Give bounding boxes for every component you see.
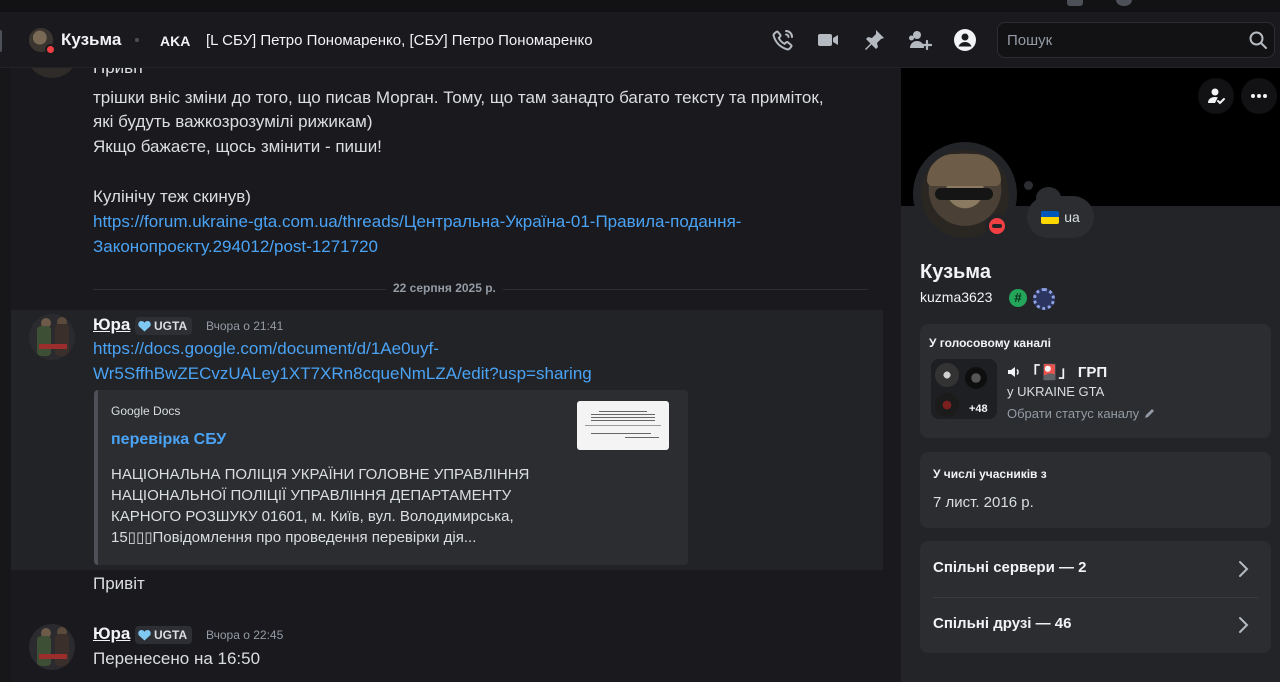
guild-tag-badge[interactable]: UGTA xyxy=(135,626,193,644)
mutual-friends-label: Спільні друзі — 46 xyxy=(933,615,1072,632)
user-profile-icon[interactable] xyxy=(953,28,977,52)
hashtag-badge-icon[interactable]: # xyxy=(1009,289,1027,307)
search-input[interactable] xyxy=(1007,23,1237,57)
dnd-status-icon xyxy=(985,214,1009,238)
embed-description: НАЦІОНАЛЬНА ПОЛІЦІЯ УКРАЇНИ ГОЛОВНЕ УПРА… xyxy=(111,466,530,546)
member-since-title: У числі учасників з xyxy=(933,467,1047,481)
set-channel-status[interactable]: Обрати статус каналу xyxy=(1007,406,1156,421)
embed-thumbnail[interactable] xyxy=(577,401,669,450)
avatar[interactable] xyxy=(29,624,75,670)
set-channel-status-label: Обрати статус каналу xyxy=(1007,406,1140,421)
user-settings-button[interactable] xyxy=(1198,78,1234,114)
phone-icon[interactable] xyxy=(771,28,795,52)
user-profile-panel: ua Кузьма kuzma3623 # У голосовому канал… xyxy=(901,68,1280,682)
message-line: Привіт xyxy=(93,68,145,78)
dnd-status-icon xyxy=(45,44,56,55)
avatar xyxy=(935,393,959,417)
message-line: Кулінічу теж скинув) xyxy=(93,187,251,206)
avatar[interactable] xyxy=(29,68,75,78)
profile-avatar[interactable] xyxy=(913,142,1017,246)
voice-member-avatars: +48 xyxy=(931,359,997,419)
header-avatar[interactable] xyxy=(29,28,56,55)
avatar[interactable] xyxy=(29,314,75,360)
pin-icon[interactable] xyxy=(862,28,886,52)
custom-status[interactable]: ua xyxy=(1027,196,1094,238)
chat-gutter xyxy=(0,68,11,682)
title-strip xyxy=(0,0,1280,12)
member-since-date: 7 лист. 2016 р. xyxy=(933,494,1034,511)
mutual-friends-row[interactable]: Спільні друзі — 46 xyxy=(920,597,1271,653)
chevron-right-icon xyxy=(1239,561,1249,577)
status-bubble-dot xyxy=(1024,181,1033,190)
mutuals-card: Спільні сервери — 2 Спільні друзі — 46 xyxy=(920,541,1271,653)
mutual-servers-label: Спільні сервери — 2 xyxy=(933,559,1087,576)
voice-server-name: у UKRAINE GTA xyxy=(1007,384,1105,399)
message-timestamp: Вчора о 21:41 xyxy=(206,319,284,333)
message-link[interactable]: Законопроєкту.294012/post-1271720 xyxy=(93,237,378,257)
voice-member-overflow-count: +48 xyxy=(969,403,988,415)
message-author[interactable]: Юра xyxy=(93,624,130,644)
message-line: які будуть важкозрозумілі рижикам) xyxy=(93,112,373,131)
guild-tag-label: UGTA xyxy=(154,319,188,333)
nitro-badge-icon[interactable] xyxy=(1033,288,1055,310)
profile-display-name: Кузьма xyxy=(920,261,991,283)
aka-label: AKA xyxy=(160,33,191,49)
help-icon[interactable] xyxy=(1116,0,1132,6)
message-timestamp: Вчора о 22:45 xyxy=(206,628,284,642)
link-embed: Google Docs перевірка СБУ НАЦІОНАЛЬНА ПО… xyxy=(94,390,688,565)
embed-provider[interactable]: Google Docs xyxy=(111,404,180,418)
guild-tag-badge[interactable]: UGTA xyxy=(135,317,193,335)
embed-title[interactable]: перевірка СБУ xyxy=(111,431,226,449)
user-settings-icon xyxy=(1208,88,1225,105)
message-line: Якщо бажаєте, щось змінити - пиши! xyxy=(93,137,382,156)
discord-app: Кузьма AKA [L СБУ] Петро Пономаренко, [С… xyxy=(0,0,1280,682)
voice-channel-label: 「🎴」 ГРП xyxy=(1025,364,1108,381)
guild-indicator xyxy=(0,30,2,52)
message-link[interactable]: https://docs.google.com/document/d/1Ae0u… xyxy=(93,339,439,359)
voice-card-title: У голосовому каналі xyxy=(929,336,1051,350)
message-link[interactable]: https://forum.ukraine-gta.com.ua/threads… xyxy=(93,212,741,232)
guild-tag-label: UGTA xyxy=(154,628,188,642)
message-line: Привіт xyxy=(93,574,145,593)
heart-shield-icon xyxy=(138,630,151,641)
search-box[interactable] xyxy=(997,22,1275,58)
voice-channel-name[interactable]: 「🎴」 ГРП xyxy=(1007,361,1107,382)
aka-names: [L СБУ] Петро Пономаренко, [СБУ] Петро П… xyxy=(206,32,593,49)
ukraine-flag-icon xyxy=(1041,210,1060,224)
custom-status-text: ua xyxy=(1064,209,1080,225)
message-line: Перенесено на 16:50 xyxy=(93,649,261,668)
avatar xyxy=(935,363,959,387)
voice-speaker-icon xyxy=(1008,366,1019,377)
more-options-button[interactable] xyxy=(1241,78,1277,114)
separator-dot xyxy=(135,38,139,42)
more-icon xyxy=(1251,94,1267,98)
video-icon[interactable] xyxy=(816,28,840,52)
chat-area: Привіт трішки вніс зміни до того, що пис… xyxy=(0,68,900,682)
heart-shield-icon xyxy=(138,321,151,332)
dm-name[interactable]: Кузьма xyxy=(61,30,121,50)
date-divider-label: 22 серпня 2025 р. xyxy=(386,281,503,295)
avatar xyxy=(965,367,987,389)
dm-header: Кузьма AKA [L СБУ] Петро Пономаренко, [С… xyxy=(0,12,1280,68)
voice-channel-card[interactable]: У голосовому каналі +48 「🎴」 ГРП у UKRAIN… xyxy=(920,324,1271,438)
add-friend-icon[interactable] xyxy=(908,28,933,52)
profile-username[interactable]: kuzma3623 xyxy=(920,289,992,305)
search-icon xyxy=(1248,30,1268,50)
message-link[interactable]: Wr5SffhBwZECvzUALey1XT7XRn8cqueNmLZA/edi… xyxy=(93,364,592,384)
message-line: трішки вніс зміни до того, що писав Морг… xyxy=(93,88,824,107)
edit-pencil-icon xyxy=(1145,409,1155,418)
chevron-right-icon xyxy=(1239,617,1249,633)
member-since-card: У числі учасників з 7 лист. 2016 р. xyxy=(920,452,1271,528)
message-author[interactable]: Юра xyxy=(93,315,130,335)
inbox-icon[interactable] xyxy=(1067,0,1083,6)
mutual-servers-row[interactable]: Спільні сервери — 2 xyxy=(920,541,1271,597)
